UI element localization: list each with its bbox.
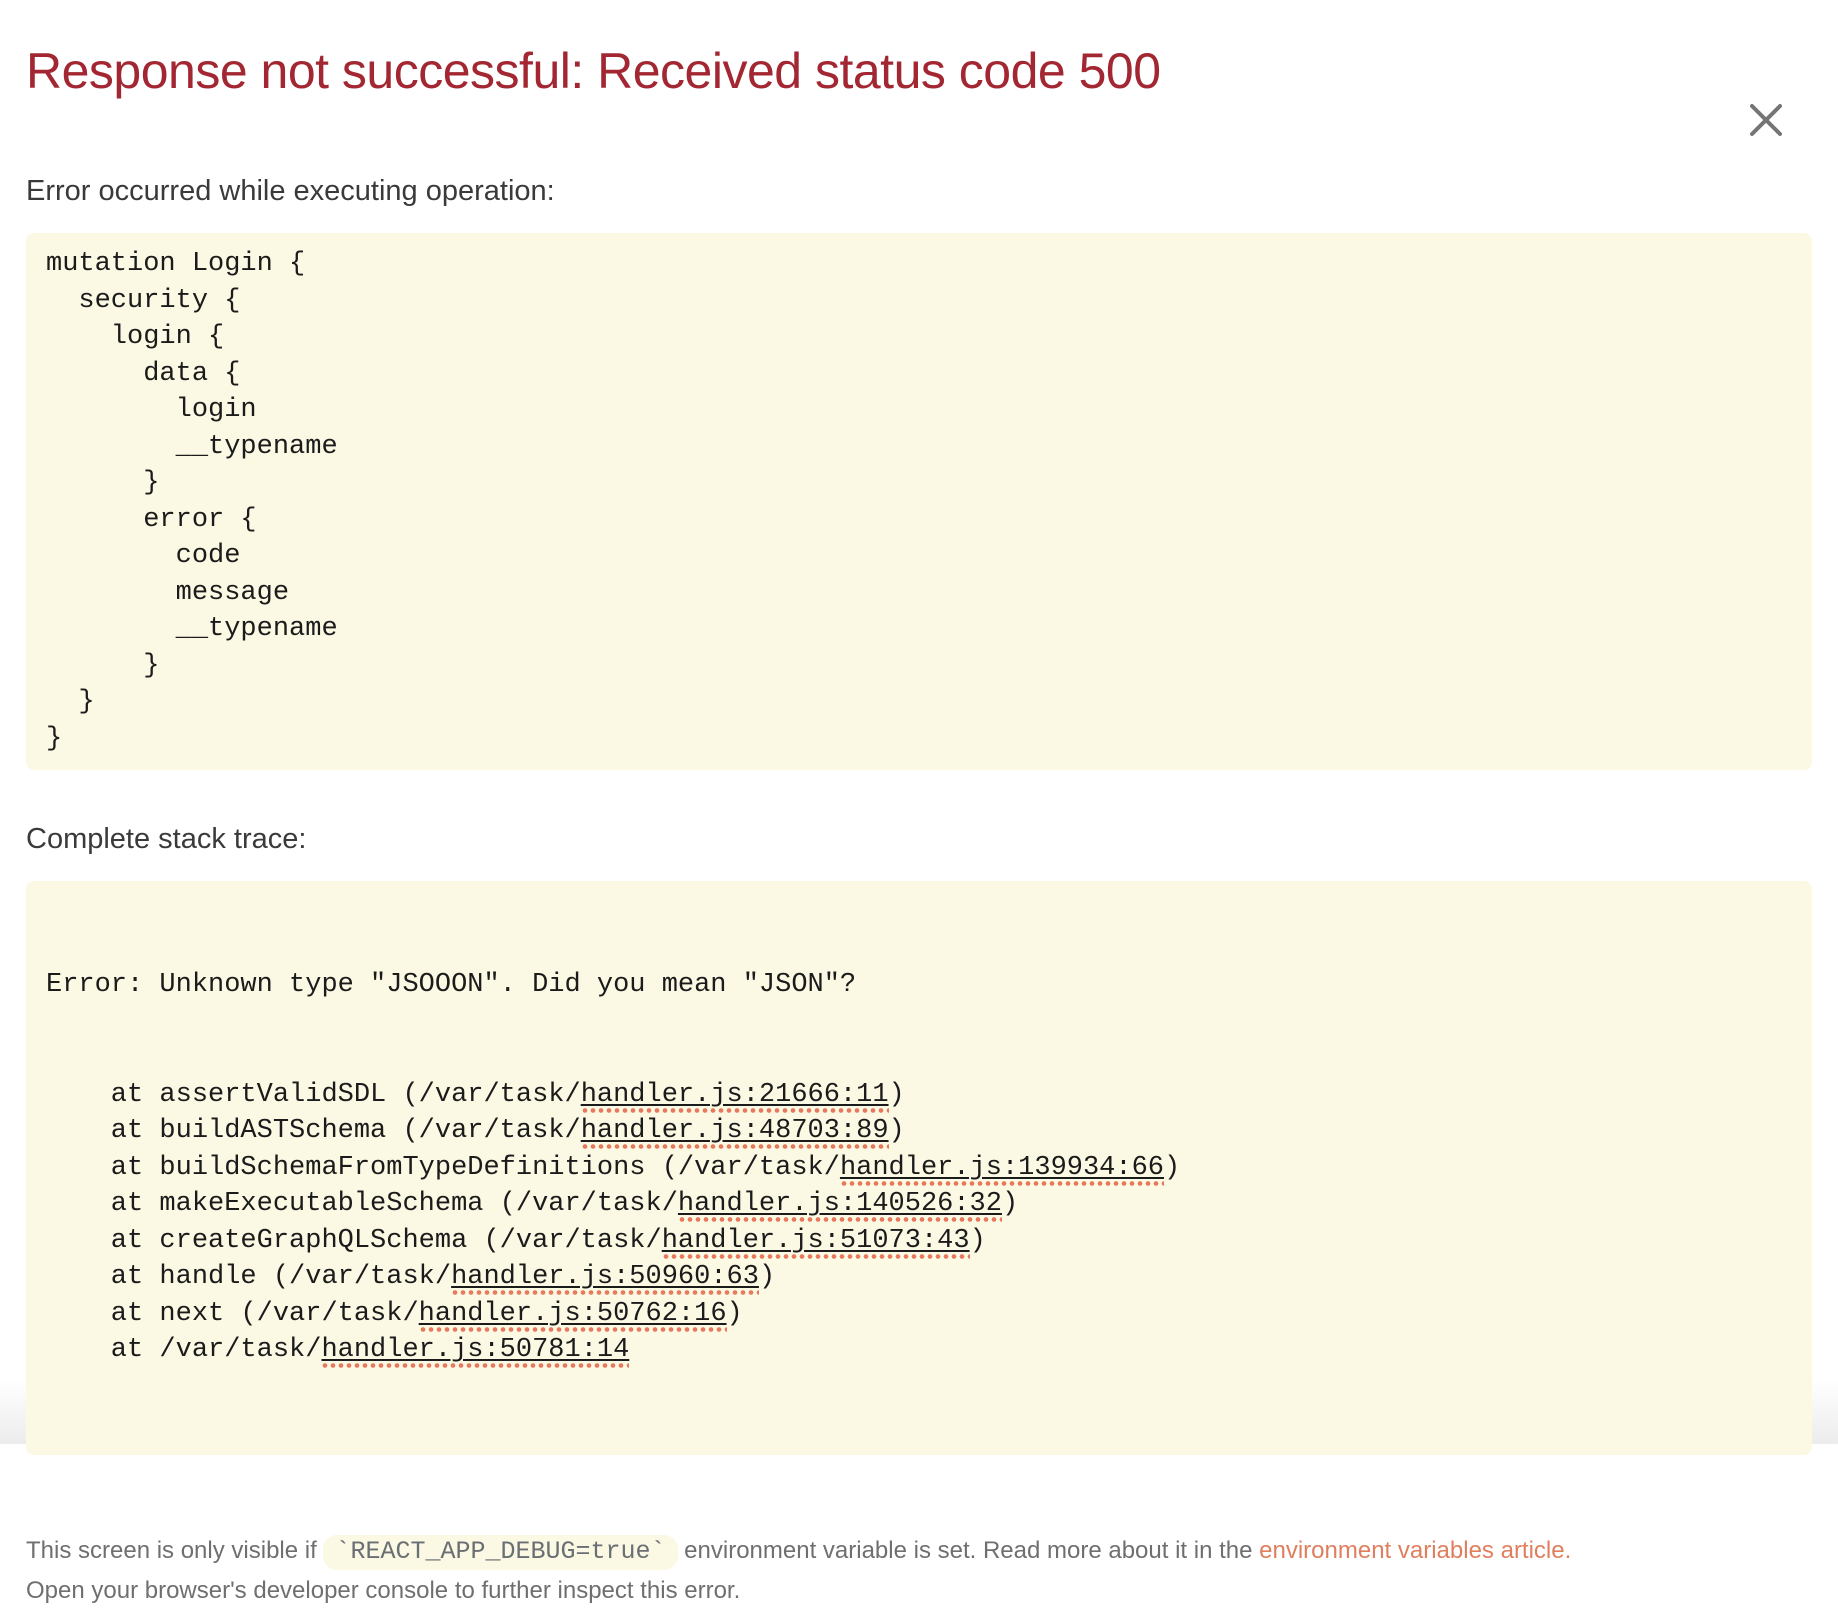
stack-frame: at handle (/var/task/handler.js:50960:63… [46, 1259, 1792, 1296]
stack-file-link[interactable]: handler.js:50781:14 [321, 1335, 629, 1368]
stack-frame-suffix: ) [727, 1299, 743, 1329]
close-icon [1746, 100, 1786, 140]
debug-visibility-note: This screen is only visible if `REACT_AP… [26, 1531, 1812, 1571]
stack-frame-prefix: at /var/task/ [46, 1335, 321, 1365]
stack-frame: at buildSchemaFromTypeDefinitions (/var/… [46, 1150, 1792, 1187]
stack-file-link[interactable]: handler.js:139934:66 [840, 1153, 1164, 1186]
error-dialog-title: Response not successful: Received status… [26, 42, 1812, 100]
stack-frame: at buildASTSchema (/var/task/handler.js:… [46, 1113, 1792, 1150]
stack-frame: at makeExecutableSchema (/var/task/handl… [46, 1186, 1792, 1223]
stack-file-link[interactable]: handler.js:50960:63 [451, 1262, 759, 1295]
stack-frame: at createGraphQLSchema (/var/task/handle… [46, 1223, 1792, 1260]
stack-file-link[interactable]: handler.js:140526:32 [678, 1189, 1002, 1222]
stack-frame-suffix: ) [759, 1262, 775, 1292]
stack-frame-suffix: ) [889, 1116, 905, 1146]
stacktrace-section-heading: Complete stack trace: [26, 820, 1812, 858]
stack-frame-prefix: at createGraphQLSchema (/var/task/ [46, 1226, 662, 1256]
stack-file-link[interactable]: handler.js:50762:16 [419, 1299, 727, 1332]
debug-footer: This screen is only visible if `REACT_AP… [26, 1531, 1812, 1610]
stack-frame: at next (/var/task/handler.js:50762:16) [46, 1296, 1792, 1333]
stack-frame-suffix: ) [1164, 1153, 1180, 1183]
stacktrace-error-line: Error: Unknown type "JSOOON". Did you me… [46, 967, 1792, 1004]
stack-file-link[interactable]: handler.js:51073:43 [662, 1226, 970, 1259]
stack-frame-suffix: ) [889, 1080, 905, 1110]
stack-frame-suffix: ) [1002, 1189, 1018, 1219]
stack-frame-suffix: ) [970, 1226, 986, 1256]
error-overlay: Response not successful: Received status… [0, 42, 1838, 1610]
debug-note-text-before: This screen is only visible if [26, 1537, 323, 1564]
stacktrace-code-block: Error: Unknown type "JSOOON". Did you me… [26, 881, 1812, 1455]
operation-code-block: mutation Login { security { login { data… [26, 233, 1812, 770]
environment-variables-article-link[interactable]: environment variables article. [1259, 1537, 1571, 1564]
stack-frame-prefix: at buildASTSchema (/var/task/ [46, 1116, 581, 1146]
debug-note-text-after: environment variable is set. Read more a… [678, 1537, 1260, 1564]
close-button[interactable] [1746, 100, 1786, 140]
console-hint-text: Open your browser's developer console to… [26, 1571, 1812, 1610]
stack-frame: at /var/task/handler.js:50781:14 [46, 1332, 1792, 1369]
stack-frame-prefix: at assertValidSDL (/var/task/ [46, 1080, 581, 1110]
stacktrace-frames: at assertValidSDL (/var/task/handler.js:… [46, 1077, 1792, 1369]
stack-frame-prefix: at makeExecutableSchema (/var/task/ [46, 1189, 678, 1219]
stack-file-link[interactable]: handler.js:21666:11 [581, 1080, 889, 1113]
env-var-inline-code: `REACT_APP_DEBUG=true` [323, 1535, 677, 1570]
stack-frame: at assertValidSDL (/var/task/handler.js:… [46, 1077, 1792, 1114]
stack-frame-prefix: at handle (/var/task/ [46, 1262, 451, 1292]
stack-file-link[interactable]: handler.js:48703:89 [581, 1116, 889, 1149]
stack-frame-prefix: at buildSchemaFromTypeDefinitions (/var/… [46, 1153, 840, 1183]
operation-section-heading: Error occurred while executing operation… [26, 172, 1812, 210]
stack-frame-prefix: at next (/var/task/ [46, 1299, 419, 1329]
